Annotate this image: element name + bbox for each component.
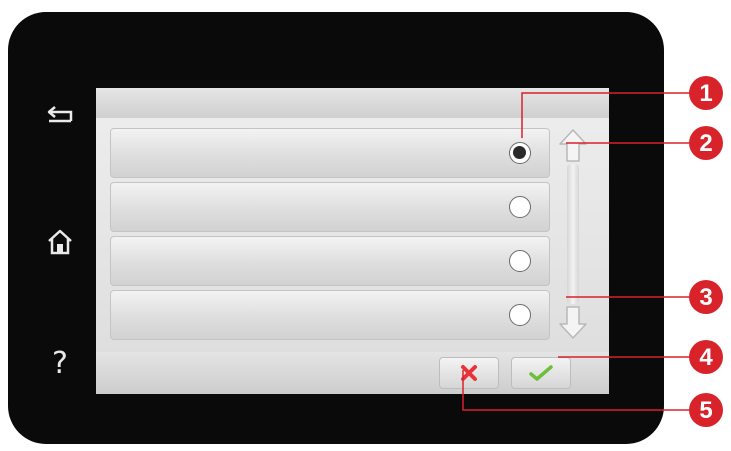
callout-annotations: 1 2 3 4 5 — [462, 76, 723, 427]
callout-line-1 — [521, 92, 690, 138]
callout-label-3: 3 — [699, 284, 712, 311]
callout-label-2: 2 — [699, 130, 712, 157]
callout-label-5: 5 — [699, 397, 712, 424]
callout-label-4: 4 — [699, 344, 713, 371]
callout-line-5 — [462, 370, 690, 411]
callout-label-1: 1 — [699, 80, 712, 107]
